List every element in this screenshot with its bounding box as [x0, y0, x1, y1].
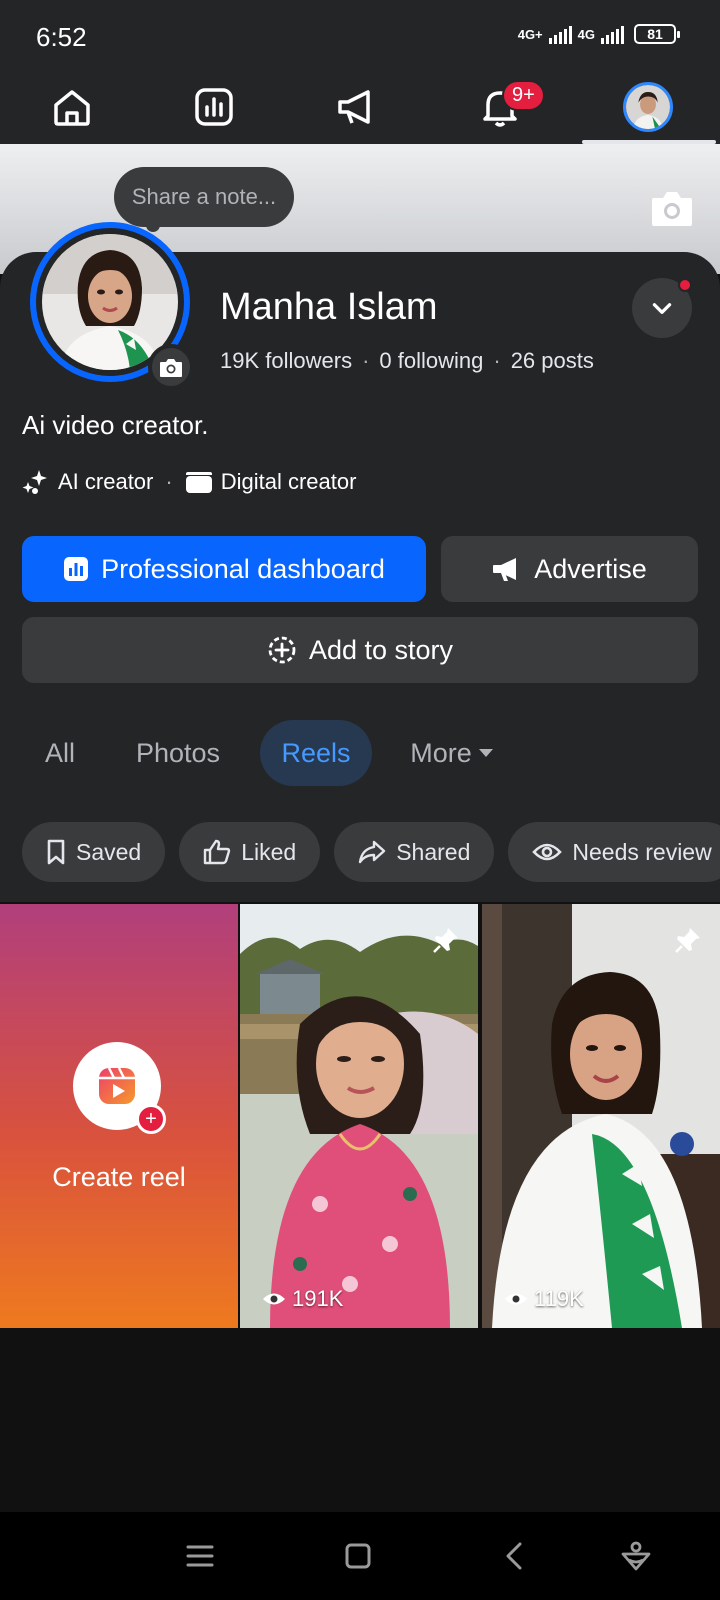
create-reel-tile[interactable]: + Create reel — [0, 904, 238, 1328]
assistant-icon — [621, 1541, 651, 1571]
chip-saved[interactable]: Saved — [22, 822, 166, 882]
nav-notifications[interactable]: 9+ — [470, 80, 545, 134]
profile-bio: Ai video creator. — [22, 410, 209, 440]
network-label-1: 4G+ — [517, 26, 543, 42]
profile-stats: 19K followers · 0 following · 26 posts — [220, 348, 594, 374]
chip-needs-review[interactable]: Needs review — [508, 822, 720, 882]
back-button[interactable] — [492, 1534, 536, 1578]
square-icon — [345, 1543, 371, 1569]
note-bubble-tail — [146, 218, 160, 232]
nav-ads[interactable] — [326, 80, 386, 134]
notification-badge: 9+ — [502, 80, 545, 111]
status-bar: 6:52 4G+ 4G 81 — [0, 0, 720, 70]
posts-count[interactable]: 26 posts — [511, 348, 594, 374]
assistant-button[interactable] — [614, 1534, 658, 1578]
profile-categories: AI creator · Digital creator — [22, 468, 356, 496]
chip-shared-label: Shared — [396, 838, 471, 865]
eye-icon — [532, 843, 563, 861]
add-to-story-label: Add to story — [308, 634, 454, 665]
category-separator: · — [165, 469, 173, 494]
recent-apps-button[interactable] — [178, 1534, 222, 1578]
megaphone-icon — [338, 90, 370, 124]
chip-liked-label: Liked — [241, 838, 297, 865]
filter-chips: Saved Liked Shared Needs review — [22, 822, 720, 882]
status-indicators: 4G+ 4G 81 — [517, 24, 680, 44]
clapperboard-icon — [185, 472, 212, 493]
reel-view-count: 119K — [504, 1286, 584, 1312]
ai-sparkle-icon — [22, 470, 47, 494]
pin-icon — [433, 928, 458, 953]
nav-dashboard[interactable] — [184, 80, 244, 134]
camera-icon — [160, 359, 182, 377]
bookmark-icon — [47, 839, 65, 865]
stats-separator: · — [362, 348, 370, 373]
reel-thumbnail[interactable]: 119K — [482, 904, 720, 1328]
share-icon — [359, 840, 386, 864]
tab-more[interactable]: More — [392, 720, 512, 786]
reel-thumbnail-image — [240, 904, 478, 1328]
create-reel-label: Create reel — [52, 1162, 186, 1192]
battery-level: 81 — [647, 26, 663, 42]
following-count[interactable]: 0 following — [379, 348, 483, 374]
reel-view-count: 191K — [262, 1286, 343, 1312]
chip-saved-label: Saved — [76, 838, 142, 865]
share-note-bubble[interactable]: Share a note... — [114, 167, 294, 227]
nav-home[interactable] — [42, 80, 102, 134]
tab-reels[interactable]: Reels — [260, 720, 372, 786]
category-digital-creator: Digital creator — [220, 469, 357, 494]
thumbs-up-icon — [204, 839, 231, 865]
eye-icon — [263, 1293, 285, 1305]
chip-shared[interactable]: Shared — [334, 822, 495, 882]
dashboard-icon — [64, 557, 89, 581]
add-to-story-button[interactable]: Add to story — [22, 617, 698, 683]
chevron-down-icon — [652, 303, 672, 314]
nav-avatar — [623, 82, 673, 132]
reel-views-label: 119K — [534, 1286, 584, 1311]
profile-picture-camera-button[interactable] — [148, 344, 194, 390]
reels-grid: + Create reel 191K 119K — [0, 904, 720, 1328]
home-button[interactable] — [336, 1534, 380, 1578]
tab-more-label: More — [410, 737, 472, 768]
battery-icon: 81 — [634, 24, 680, 44]
content-tabs: All Photos Reels More — [0, 720, 720, 786]
advertise-label: Advertise — [534, 553, 647, 584]
menu-icon — [186, 1545, 214, 1567]
chip-liked[interactable]: Liked — [179, 822, 321, 882]
professional-dashboard-label: Professional dashboard — [101, 553, 385, 584]
eye-icon — [505, 1293, 527, 1305]
professional-dashboard-button[interactable]: Professional dashboard — [22, 536, 426, 602]
nav-profile[interactable] — [618, 80, 678, 134]
profile-name: Manha Islam — [220, 286, 438, 328]
system-nav-bar — [0, 1512, 720, 1600]
pin-icon — [675, 928, 700, 953]
back-arrow-icon — [506, 1542, 522, 1570]
category-ai-creator: AI creator — [58, 469, 154, 494]
plus-icon: + — [136, 1104, 166, 1134]
followers-count[interactable]: 19K followers — [220, 348, 352, 374]
caret-down-icon — [478, 749, 493, 757]
reel-thumbnail-image — [482, 904, 720, 1328]
dashboard-icon — [195, 88, 233, 126]
stats-separator: · — [493, 348, 501, 373]
chip-needs-review-label: Needs review — [572, 838, 712, 865]
top-nav: 9+ — [0, 70, 720, 144]
tab-all[interactable]: All — [22, 720, 98, 786]
network-label-2: 4G — [577, 26, 595, 42]
signal-icon — [548, 24, 572, 44]
advertise-button[interactable]: Advertise — [441, 536, 698, 602]
notification-dot — [678, 278, 692, 292]
signal-icon-2 — [601, 24, 624, 44]
reel-views-label: 191K — [292, 1286, 344, 1311]
tab-photos[interactable]: Photos — [118, 720, 238, 786]
status-time: 6:52 — [36, 22, 87, 52]
home-icon — [54, 90, 90, 126]
camera-icon[interactable] — [650, 188, 694, 228]
add-story-icon — [268, 636, 296, 664]
megaphone-icon — [493, 558, 517, 581]
reel-thumbnail[interactable]: 191K — [240, 904, 478, 1328]
